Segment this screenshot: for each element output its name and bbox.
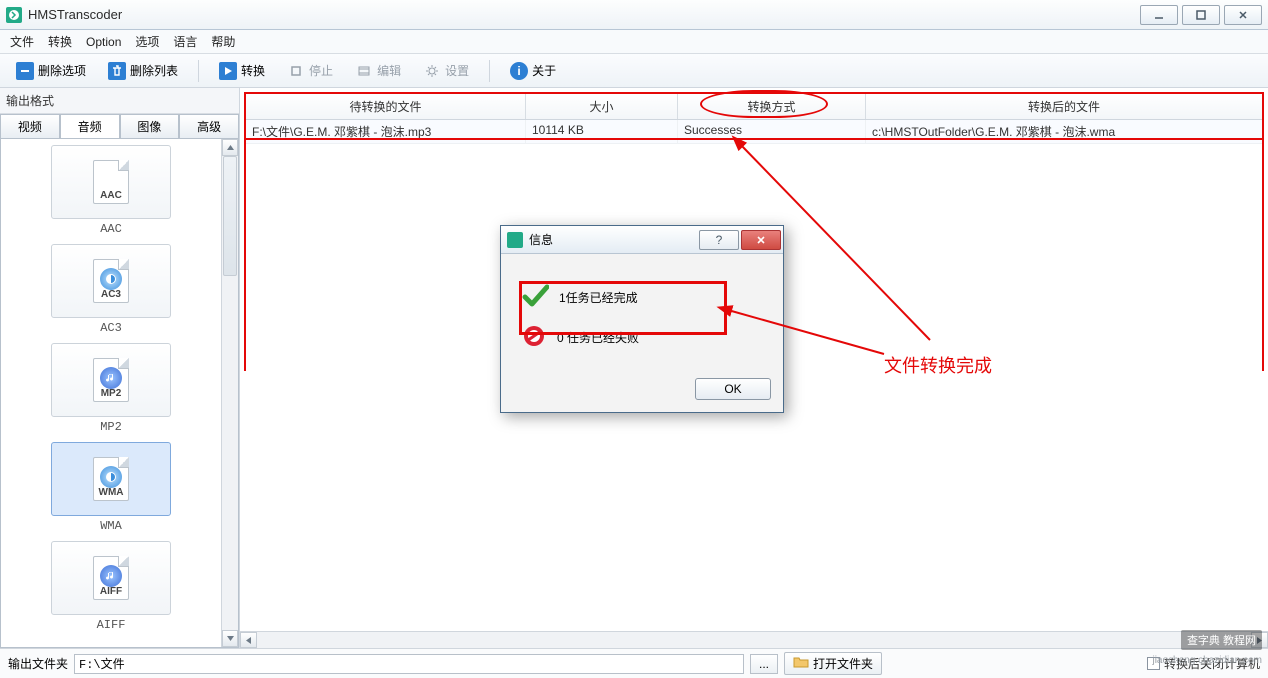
app-icon	[6, 7, 22, 23]
scroll-up-icon[interactable]	[222, 139, 238, 156]
menu-option-en[interactable]: Option	[86, 35, 121, 49]
forbidden-icon	[521, 323, 547, 352]
window-title: HMSTranscoder	[28, 7, 1136, 22]
watermark-sub: jiaocheng.chazidian.com	[1152, 655, 1262, 666]
toolbar-separator	[489, 60, 490, 82]
tab-image[interactable]: 图像	[120, 114, 180, 138]
tab-video[interactable]: 视频	[0, 114, 60, 138]
maximize-button[interactable]	[1182, 5, 1220, 25]
menu-bar: 文件 转换 Option 选项 语言 帮助	[0, 30, 1268, 54]
format-wma[interactable]: WMA WMA	[51, 442, 171, 533]
output-format-title: 输出格式	[0, 88, 239, 114]
col-size[interactable]: 大小	[526, 94, 678, 119]
format-list: AAC AAC AC3 AC3 MP2 MP2 WMA WMA AIFF A	[1, 139, 221, 647]
trash-icon	[108, 62, 126, 80]
dialog-success-line: 1任务已经完成	[521, 282, 763, 313]
browse-button[interactable]: ...	[750, 654, 778, 674]
menu-file[interactable]: 文件	[10, 33, 34, 50]
tab-advanced[interactable]: 高级	[179, 114, 239, 138]
output-folder-row: 输出文件夹 ... 打开文件夹 转换后关闭计算机	[0, 648, 1268, 678]
about-label: 关于	[532, 62, 556, 79]
open-folder-label: 打开文件夹	[813, 655, 873, 672]
window-controls	[1136, 5, 1262, 25]
output-folder-label: 输出文件夹	[8, 655, 68, 672]
menu-convert[interactable]: 转换	[48, 33, 72, 50]
info-icon: i	[510, 62, 528, 80]
col-mode[interactable]: 转换方式	[678, 94, 866, 119]
scroll-left-icon[interactable]	[240, 632, 257, 648]
gear-icon	[423, 62, 441, 80]
delete-list-label: 删除列表	[130, 62, 178, 79]
list-header: 待转换的文件 大小 转换方式 转换后的文件	[246, 94, 1262, 120]
edit-button[interactable]: 编辑	[347, 59, 409, 83]
scroll-thumb[interactable]	[223, 156, 237, 276]
dialog-fail-text: 0 任务已经失败	[557, 329, 639, 346]
watermark: 查字典 教程网	[1181, 630, 1262, 650]
stop-label: 停止	[309, 62, 333, 79]
dialog-ok-button[interactable]: OK	[695, 378, 771, 400]
delete-list-button[interactable]: 删除列表	[100, 59, 186, 83]
convert-label: 转换	[241, 62, 265, 79]
table-row[interactable]: F:\文件\G.E.M. 邓紫棋 - 泡沫.mp3 10114 KB Succe…	[246, 120, 1262, 144]
film-icon	[355, 62, 373, 80]
col-source[interactable]: 待转换的文件	[246, 94, 526, 119]
horizontal-scrollbar[interactable]	[240, 631, 1268, 648]
title-bar: HMSTranscoder	[0, 0, 1268, 30]
dialog-titlebar: 信息 ?	[501, 226, 783, 254]
dialog-close-button[interactable]	[741, 230, 781, 250]
output-format-panel: 输出格式 视频 音频 图像 高级 AAC AAC AC3 AC3 MP2 MP2	[0, 88, 240, 648]
toolbar: 删除选项 删除列表 转换 停止 编辑 设置 i 关于	[0, 54, 1268, 88]
about-button[interactable]: i 关于	[502, 59, 564, 83]
close-button[interactable]	[1224, 5, 1262, 25]
stop-icon	[287, 62, 305, 80]
output-folder-input[interactable]	[74, 654, 744, 674]
format-tabs: 视频 音频 图像 高级	[0, 114, 239, 138]
format-aac[interactable]: AAC AAC	[51, 145, 171, 236]
dialog-title: 信息	[529, 231, 553, 248]
format-ac3[interactable]: AC3 AC3	[51, 244, 171, 335]
menu-option-cn[interactable]: 选项	[135, 33, 159, 50]
tab-audio[interactable]: 音频	[60, 114, 120, 138]
edit-label: 编辑	[377, 62, 401, 79]
menu-help[interactable]: 帮助	[211, 33, 235, 50]
settings-label: 设置	[445, 62, 469, 79]
stop-button[interactable]: 停止	[279, 59, 341, 83]
settings-button[interactable]: 设置	[415, 59, 477, 83]
check-icon	[521, 282, 549, 313]
dialog-fail-line: 0 任务已经失败	[521, 323, 763, 352]
svg-text:i: i	[517, 64, 520, 78]
delete-selection-button[interactable]: 删除选项	[8, 59, 94, 83]
format-scrollbar[interactable]	[221, 139, 238, 647]
format-mp2[interactable]: MP2 MP2	[51, 343, 171, 434]
play-icon	[219, 62, 237, 80]
info-dialog: 信息 ? 1任务已经完成 0 任务已经失败 OK	[500, 225, 784, 413]
dialog-success-text: 1任务已经完成	[559, 289, 638, 306]
scroll-down-icon[interactable]	[222, 630, 238, 647]
dialog-help-button[interactable]: ?	[699, 230, 739, 250]
menu-language[interactable]: 语言	[173, 33, 197, 50]
folder-icon	[793, 655, 809, 672]
toolbar-separator	[198, 60, 199, 82]
minimize-button[interactable]	[1140, 5, 1178, 25]
minus-icon	[16, 62, 34, 80]
col-output[interactable]: 转换后的文件	[866, 94, 1262, 119]
svg-text:?: ?	[716, 234, 723, 246]
format-aiff[interactable]: AIFF AIFF	[51, 541, 171, 632]
convert-button[interactable]: 转换	[211, 59, 273, 83]
delete-selection-label: 删除选项	[38, 62, 86, 79]
dialog-app-icon	[507, 232, 523, 248]
annotation-row-highlight	[244, 138, 1264, 140]
